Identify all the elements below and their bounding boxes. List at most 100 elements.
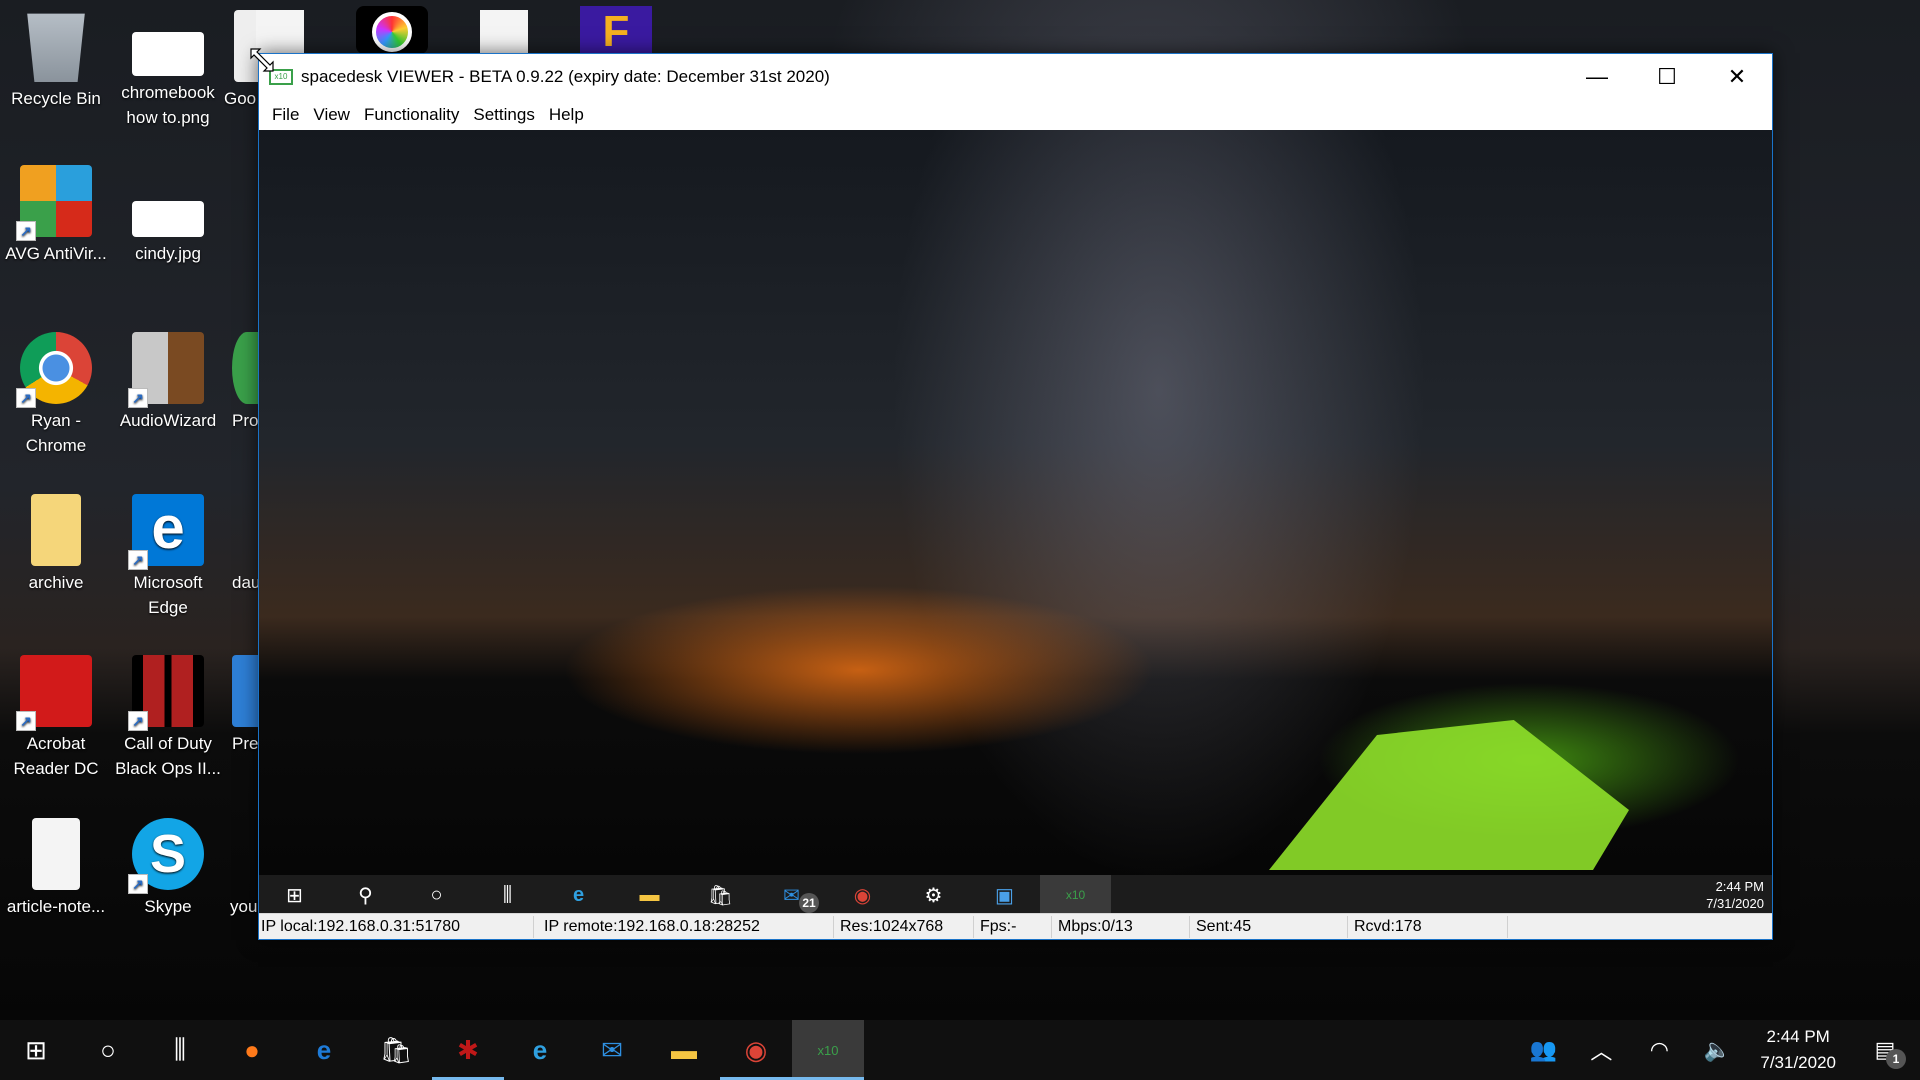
remote-taskbar: ⊞ ⚲ ○ ⫼ e ▬ 🛍 ✉ 21 ◉ ⚙ ▣ x10 2:44 PM 7/31… (259, 875, 1772, 915)
remote-settings-button[interactable]: ⚙ (898, 875, 969, 915)
chrome-icon: ↗ (16, 332, 92, 408)
speaker-icon: ↗ (128, 332, 204, 408)
desktop-icon-microsoft-edge[interactable]: e ↗ Microsoft Edge (112, 494, 224, 620)
gear-icon: ⚙ (924, 884, 943, 907)
desktop-icon-chromebook-png[interactable]: chromebook how to.png (112, 10, 224, 130)
action-center-button[interactable]: ▤ 1 (1850, 1037, 1920, 1069)
menu-functionality[interactable]: Functionality (357, 105, 466, 125)
status-resolution: Res:1024x768 (834, 915, 974, 938)
edge-icon: e (316, 1034, 332, 1065)
task-view-button[interactable]: ⫼ (144, 1020, 216, 1080)
taskbar-red-app[interactable]: ✱ (432, 1020, 504, 1080)
desktop-icon-label: Ryan - Chrome (25, 411, 87, 455)
remote-clock[interactable]: 2:44 PM 7/31/2020 (1706, 878, 1764, 912)
remote-spacedesk-button[interactable]: x10 (1040, 875, 1111, 915)
status-bar: IP local:192.168.0.31:51780 IP remote:19… (259, 913, 1772, 939)
desktop-icon-skype[interactable]: S ↗ Skype (112, 818, 224, 919)
status-fps: Fps:- (974, 915, 1052, 938)
internet-explorer-icon: e (532, 1034, 548, 1065)
volume-button[interactable]: 🔈 (1688, 1037, 1746, 1063)
minimize-button[interactable]: — (1562, 54, 1632, 100)
file-icon[interactable] (480, 10, 528, 54)
start-button[interactable]: ⊞ (0, 1020, 72, 1080)
store-icon: 🛍 (707, 884, 734, 907)
image-file-icon (132, 32, 204, 76)
menu-file[interactable]: File (265, 105, 306, 125)
mail-icon: ✉ (601, 1034, 623, 1065)
desktop-icon-label: AVG AntiVir... (5, 244, 107, 263)
desktop-icon-avg[interactable]: ↗ AVG AntiVir... (0, 165, 112, 266)
filezilla-icon[interactable]: F (580, 6, 652, 56)
task-view-icon: ⫼ (502, 883, 513, 906)
windows-logo-icon: ⊞ (286, 884, 303, 907)
network-button[interactable]: ◠ (1630, 1037, 1688, 1063)
remote-task-view-button[interactable]: ⫼ (472, 875, 543, 915)
folder-icon (31, 494, 81, 566)
cortana-button[interactable]: ○ (72, 1020, 144, 1080)
status-rcvd: Rcvd:178 (1348, 915, 1508, 938)
desktop-icon-article-note[interactable]: article-note... (0, 818, 112, 919)
folder-icon: ▬ (639, 883, 660, 906)
title-bar[interactable]: x10 spacedesk VIEWER - BETA 0.9.22 (expi… (259, 54, 1772, 100)
taskbar-edge[interactable]: e (288, 1020, 360, 1080)
remote-search-button[interactable]: ⚲ (330, 875, 401, 915)
remote-start-button[interactable]: ⊞ (259, 875, 330, 915)
menu-settings[interactable]: Settings (466, 105, 541, 125)
remote-desktop-icon: ▣ (995, 884, 1014, 907)
remote-mail-button[interactable]: ✉ 21 (756, 875, 827, 915)
maximize-button[interactable]: ☐ (1632, 54, 1702, 100)
desktop-icon-recycle-bin[interactable]: Recycle Bin (0, 10, 112, 111)
menu-view[interactable]: View (306, 105, 357, 125)
remote-store-button[interactable]: 🛍 (685, 875, 756, 915)
remote-display-viewport[interactable]: ⊞ ⚲ ○ ⫼ e ▬ 🛍 ✉ 21 ◉ ⚙ ▣ x10 2:44 PM 7/31… (259, 130, 1772, 915)
cortana-icon: ○ (430, 883, 443, 906)
desktop-icon-acrobat[interactable]: ↗ Acrobat Reader DC (0, 655, 112, 781)
taskbar-internet-explorer[interactable]: e (504, 1020, 576, 1080)
taskbar-store[interactable]: 🛍 (360, 1020, 432, 1080)
edge-icon: e ↗ (128, 494, 204, 570)
taskbar-spacedesk[interactable]: x10 (792, 1020, 864, 1080)
desktop-icon-audiowizard[interactable]: ↗ AudioWizard (112, 332, 224, 433)
resize-cursor-icon (250, 48, 274, 72)
chrome-icon: ◉ (744, 1034, 768, 1065)
avg-antivirus-icon: ↗ (16, 165, 92, 241)
people-icon: 👥 (1529, 1037, 1558, 1062)
recycle-bin-icon (27, 13, 85, 82)
resize-grip[interactable] (1508, 916, 1772, 938)
wifi-icon: ◠ (1649, 1037, 1669, 1062)
remote-date: 7/31/2020 (1706, 896, 1764, 911)
desktop-icon-label: Call of Duty Black Ops II... (115, 734, 221, 778)
mail-badge: 21 (799, 893, 819, 913)
desktop-icon-label: Skype (144, 897, 192, 916)
store-icon: 🛍 (379, 1034, 413, 1065)
status-ip-remote: IP remote:192.168.0.18:28252 (534, 915, 834, 938)
spacedesk-viewer-window[interactable]: x10 spacedesk VIEWER - BETA 0.9.22 (expi… (258, 53, 1773, 940)
status-ip-local: IP local:192.168.0.31:51780 (259, 915, 534, 938)
clock[interactable]: 2:44 PM 7/31/2020 (1746, 1024, 1850, 1076)
menu-help[interactable]: Help (542, 105, 591, 125)
taskbar-chrome[interactable]: ◉ (720, 1020, 792, 1080)
clock-date: 7/31/2020 (1760, 1053, 1836, 1072)
remote-edge-button[interactable]: e (543, 875, 614, 915)
taskbar-file-explorer[interactable]: ▬ (648, 1020, 720, 1080)
desktop-icon-label: AudioWizard (119, 411, 217, 430)
desktop-icon-archive[interactable]: archive (0, 494, 112, 595)
task-view-icon: ⫼ (174, 1034, 186, 1064)
taskbar-firefox[interactable]: ● (216, 1020, 288, 1080)
remote-remote-desktop-button[interactable]: ▣ (969, 875, 1040, 915)
desktop-icon-label: cindy.jpg (135, 244, 201, 263)
show-hidden-icons-button[interactable]: ︿ (1572, 1034, 1630, 1066)
remote-cortana-button[interactable]: ○ (401, 875, 472, 915)
close-button[interactable]: ✕ (1702, 54, 1772, 100)
acrobat-icon: ↗ (16, 655, 92, 731)
taskbar-mail[interactable]: ✉ (576, 1020, 648, 1080)
remote-file-explorer-button[interactable]: ▬ (614, 875, 685, 915)
people-button[interactable]: 👥 (1514, 1037, 1572, 1063)
desktop-icon-ryan-chrome[interactable]: ↗ Ryan - Chrome (0, 332, 112, 458)
desktop-icon-label: archive (28, 573, 84, 592)
remote-chrome-button[interactable]: ◉ (827, 875, 898, 915)
desktop-icon-label: chromebook how to.png (121, 83, 215, 127)
desktop-icon-call-of-duty[interactable]: ↗ Call of Duty Black Ops II... (112, 655, 224, 781)
camera-app-icon[interactable] (356, 6, 428, 54)
desktop-icon-cindy-jpg[interactable]: cindy.jpg (112, 165, 224, 266)
